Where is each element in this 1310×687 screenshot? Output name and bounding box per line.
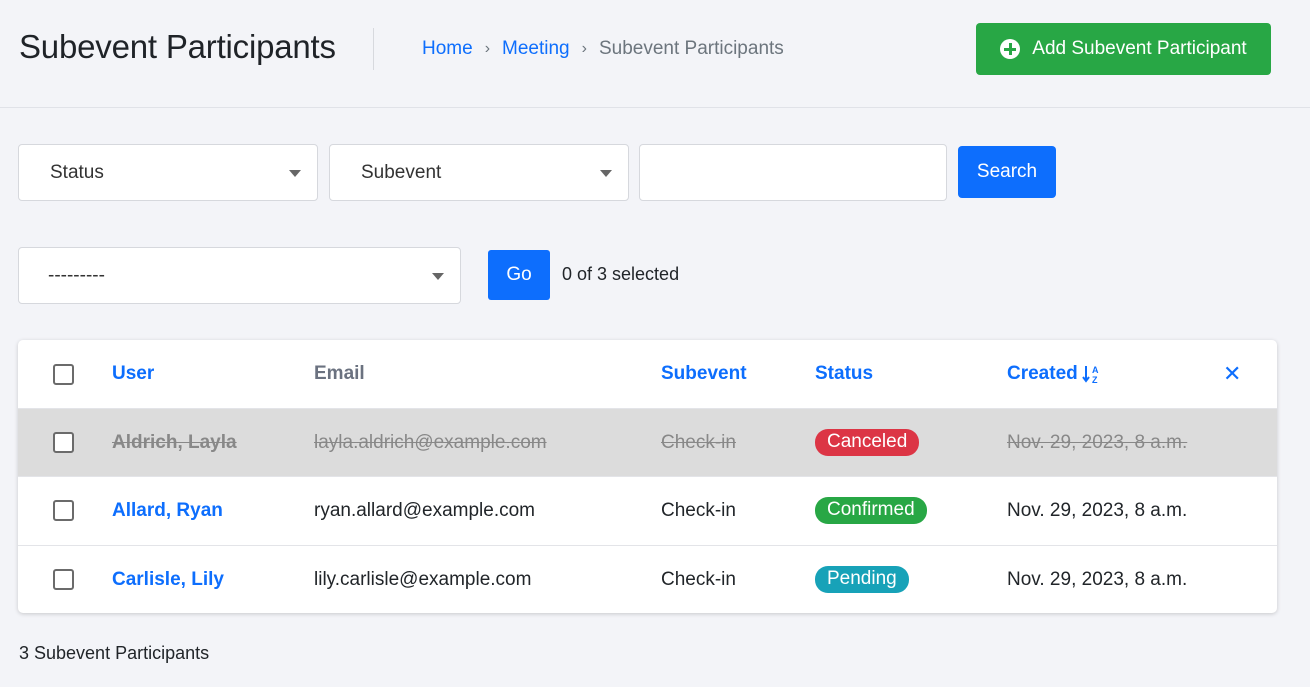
breadcrumb: Home › Meeting › Subevent Participants [422,38,784,60]
email-cell: lily.carlisle@example.com [314,568,532,590]
email-cell: layla.aldrich@example.com [314,431,547,453]
column-header-created[interactable]: Created [1007,363,1078,385]
participants-table: User Email Subevent Status Created A Z ✕… [18,340,1277,613]
select-all-checkbox[interactable] [53,363,74,385]
breadcrumb-current: Subevent Participants [598,38,784,59]
caret-down-icon [289,169,301,177]
status-badge: Pending [815,566,909,593]
row-checkbox[interactable] [53,432,74,453]
row-checkbox[interactable] [53,500,74,521]
user-link[interactable]: Aldrich, Layla [112,432,237,454]
subevent-filter-label: Subevent [361,161,442,183]
plus-circle-icon [1000,39,1021,59]
subevent-cell: Check-in [661,568,736,590]
breadcrumb-meeting-link[interactable]: Meeting [502,38,570,60]
column-header-user[interactable]: User [112,363,154,385]
title-divider [373,28,374,70]
caret-down-icon [432,272,444,280]
column-header-email: Email [314,363,365,384]
column-header-subevent[interactable]: Subevent [661,363,747,385]
svg-text:Z: Z [1092,375,1098,385]
table-row: Allard, Ryan ryan.allard@example.com Che… [18,476,1277,544]
selection-counter: 0 of 3 selected [562,264,680,284]
add-button-label: Add Subevent Participant [1032,38,1247,59]
clear-sort-close-icon[interactable]: ✕ [1223,361,1241,387]
created-cell: Nov. 29, 2023, 8 a.m. [1007,499,1188,521]
breadcrumb-home-link[interactable]: Home [422,38,473,60]
subevent-filter-select[interactable]: Subevent [329,144,629,201]
sort-ascending-icon[interactable]: A Z [1081,363,1103,385]
status-filter-select[interactable]: Status [18,144,318,201]
status-badge: Canceled [815,429,920,456]
breadcrumb-separator-icon: › [581,40,587,57]
created-cell: Nov. 29, 2023, 8 a.m. [1007,568,1188,590]
subevent-cell: Check-in [661,431,736,453]
page-title: Subevent Participants [19,28,336,65]
status-badge: Confirmed [815,497,927,524]
caret-down-icon [600,169,612,177]
search-button[interactable]: Search [958,146,1056,198]
table-row: Aldrich, Layla layla.aldrich@example.com… [18,408,1277,476]
table-row: Carlisle, Lily lily.carlisle@example.com… [18,545,1277,613]
column-header-status[interactable]: Status [815,363,873,385]
add-subevent-participant-button[interactable]: Add Subevent Participant [976,23,1271,75]
page-header: Subevent Participants Home › Meeting › S… [0,0,1310,108]
subevent-cell: Check-in [661,499,736,521]
row-checkbox[interactable] [53,569,74,590]
svg-text:A: A [1092,365,1099,375]
email-cell: ryan.allard@example.com [314,499,535,521]
bulk-action-value: --------- [48,264,105,286]
breadcrumb-separator-icon: › [484,40,491,57]
user-link[interactable]: Allard, Ryan [112,500,223,522]
status-filter-label: Status [50,161,104,183]
user-link[interactable]: Carlisle, Lily [112,569,224,591]
bulk-action-select[interactable]: --------- [18,247,461,304]
go-button[interactable]: Go [488,250,550,300]
created-cell: Nov. 29, 2023, 8 a.m. [1007,431,1188,453]
search-input[interactable] [639,144,947,201]
table-header-row: User Email Subevent Status Created A Z ✕ [18,340,1277,408]
result-count: 3 Subevent Participants [19,643,210,663]
